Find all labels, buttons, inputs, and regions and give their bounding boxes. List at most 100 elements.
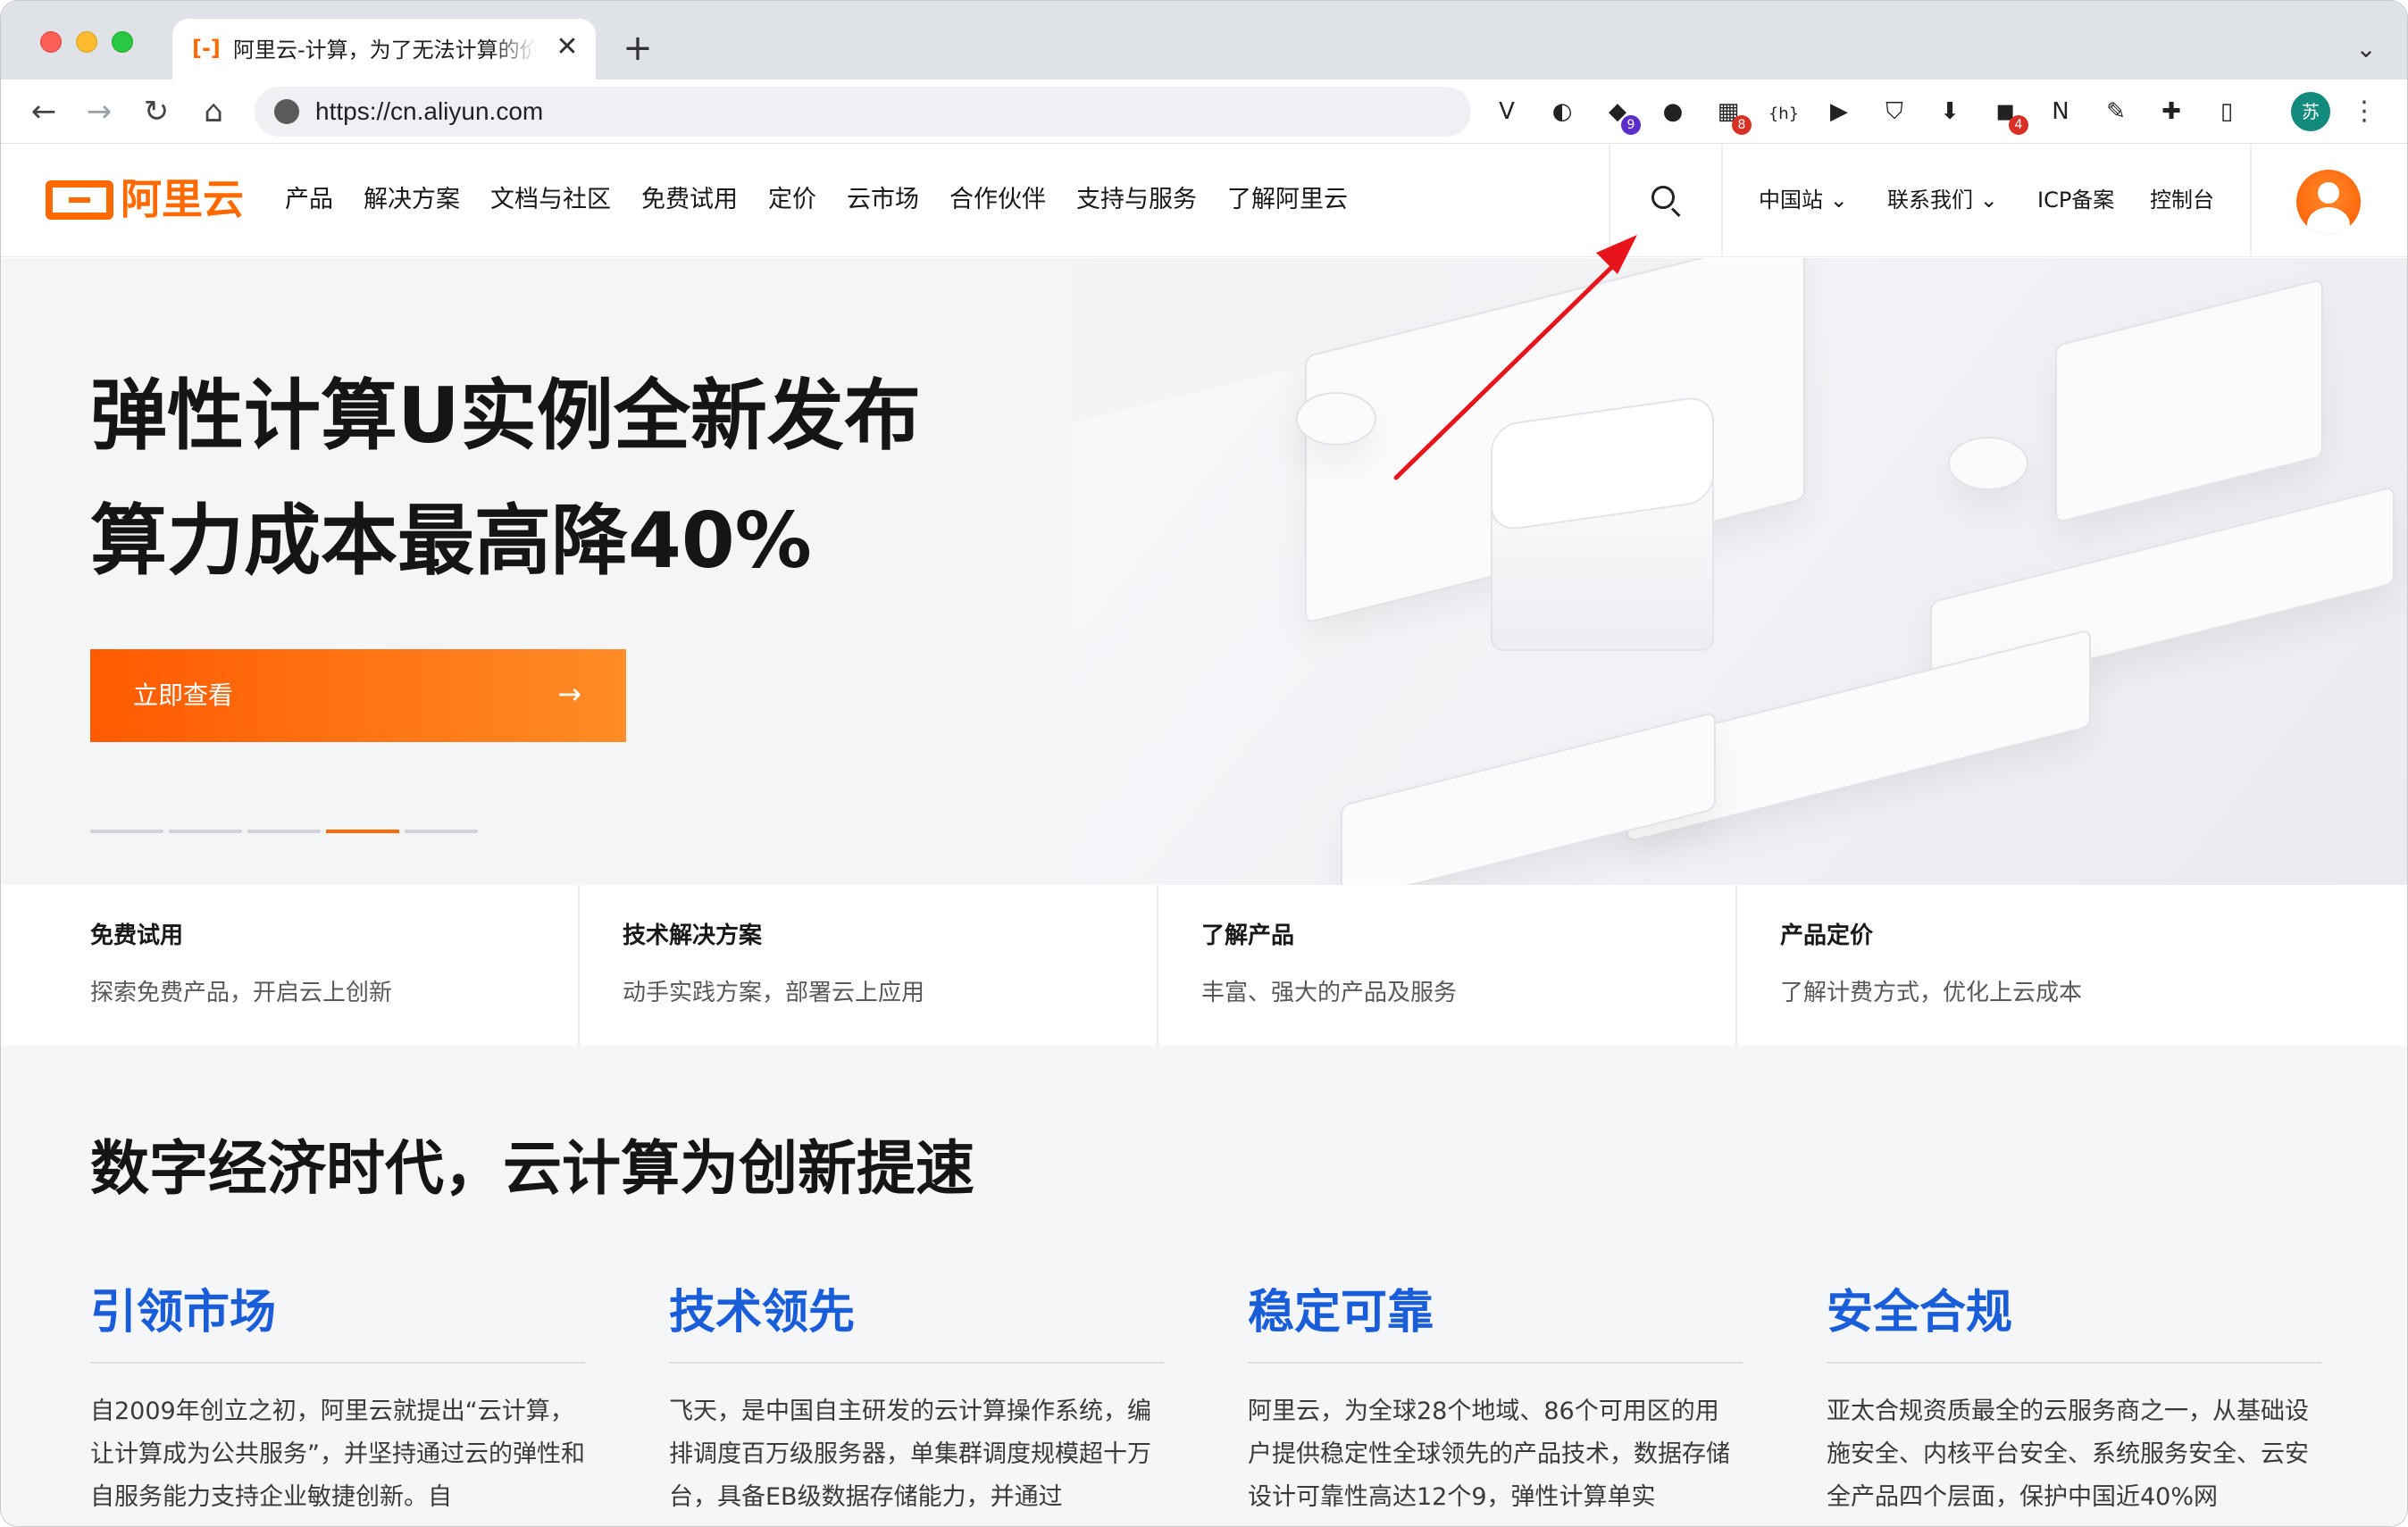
carousel-dot[interactable] xyxy=(326,830,399,833)
address-bar[interactable]: https://cn.aliyun.com xyxy=(255,87,1471,137)
back-button[interactable]: ← xyxy=(24,92,63,131)
pillar-divider xyxy=(669,1362,1164,1364)
firefox-icon-glyph: ● xyxy=(1662,98,1684,125)
vimium-icon[interactable]: V xyxy=(1491,96,1523,128)
card-desc: 动手实践方案，部署云上应用 xyxy=(623,980,925,1006)
play-icon[interactable]: ▶ xyxy=(1823,96,1855,128)
nav-item-support[interactable]: 支持与服务 xyxy=(1076,180,1197,220)
note-extension-icon[interactable]: ✎ xyxy=(2100,96,2132,128)
pillar-text: 阿里云，为全球28个地域、86个可用区的用户提供稳定性全球领先的产品技术，数据存… xyxy=(1248,1398,1730,1511)
play-icon-glyph: ▶ xyxy=(1830,98,1848,125)
hero-cta-label: 立即查看 xyxy=(133,680,234,710)
extension-badge: 4 xyxy=(2009,115,2028,135)
pillar-title: 技术领先 xyxy=(669,1286,856,1339)
site-info-icon[interactable] xyxy=(274,99,299,124)
card-solutions[interactable]: 技术解决方案 动手实践方案，部署云上应用 xyxy=(580,885,1158,1046)
vimium-icon-glyph: V xyxy=(1499,98,1515,125)
pillar-divider xyxy=(90,1362,585,1364)
pillar-market: 引领市场 自2009年创立之初，阿里云就提出“云计算，让计算成为公共服务”，并坚… xyxy=(90,1283,585,1519)
sidepanel-icon-glyph: ▯ xyxy=(2220,98,2234,125)
hero-cta-button[interactable]: 立即查看 → xyxy=(90,649,626,742)
maximize-window-button[interactable] xyxy=(112,31,133,53)
browser-toolbar: ← → ↻ ⌂ https://cn.aliyun.com V ◐ ◆ 9 ● ▦ 8 {h}… xyxy=(1,79,2407,144)
nav-item-marketplace[interactable]: 云市场 xyxy=(847,180,919,220)
grid-extension-icon[interactable]: ▦ 8 xyxy=(1712,96,1752,135)
user-avatar[interactable] xyxy=(2296,170,2361,234)
nav-item-about[interactable]: 了解阿里云 xyxy=(1227,180,1348,220)
pillar-divider xyxy=(1248,1362,1743,1364)
hero-title-line2: 算力成本最高降40% xyxy=(90,496,812,586)
nav-item-docs-community[interactable]: 文档与社区 xyxy=(490,180,611,220)
console-link[interactable]: 控制台 xyxy=(2150,180,2214,220)
contact-us-menu[interactable]: 联系我们 ⌄ xyxy=(1887,180,1998,220)
section-title: 数字经济时代，云计算为创新提速 xyxy=(90,1134,974,1203)
browser-menu-icon[interactable]: ⋮ xyxy=(2348,92,2380,131)
card-title: 技术解决方案 xyxy=(623,922,763,949)
url-text[interactable]: https://cn.aliyun.com xyxy=(315,97,543,126)
carousel-dot[interactable] xyxy=(405,830,478,833)
main-nav: 产品 解决方案 文档与社区 免费试用 定价 云市场 合作伙伴 支持与服务 了解阿… xyxy=(285,180,1348,220)
home-button[interactable]: ⌂ xyxy=(194,92,233,131)
password-icon[interactable]: ◐ xyxy=(1546,96,1578,128)
carousel-dot[interactable] xyxy=(247,830,321,833)
pillar-reliability: 稳定可靠 阿里云，为全球28个地域、86个可用区的用户提供稳定性全球领先的产品技… xyxy=(1248,1283,1743,1519)
forward-button[interactable]: → xyxy=(79,92,119,131)
region-label: 中国站 xyxy=(1759,188,1823,213)
region-selector[interactable]: 中国站 ⌄ xyxy=(1759,180,1848,220)
chevron-down-icon: ⌄ xyxy=(1829,188,1848,213)
tab-search-chevron-icon[interactable]: ⌄ xyxy=(2348,31,2384,67)
nav-item-products[interactable]: 产品 xyxy=(285,180,333,220)
new-tab-button[interactable]: + xyxy=(617,28,658,69)
puzzle-icon[interactable]: ✚ xyxy=(2155,96,2187,128)
firefox-icon[interactable]: ● xyxy=(1657,96,1689,128)
icp-link[interactable]: ICP备案 xyxy=(2037,180,2114,220)
card-pricing[interactable]: 产品定价 了解计费方式，优化上云成本 xyxy=(1737,885,2407,1046)
hero-banner: 弹性计算U实例全新发布 算力成本最高降40% 立即查看 → xyxy=(1,258,2407,885)
shield-extension-icon[interactable]: ⛉ xyxy=(1878,96,1911,128)
shield-extension-icon-glyph: ⛉ xyxy=(1885,98,1903,125)
pillar-divider xyxy=(1827,1362,2321,1364)
nav-item-partners[interactable]: 合作伙伴 xyxy=(949,180,1046,220)
card-desc: 探索免费产品，开启云上创新 xyxy=(90,980,393,1006)
pillar-title: 稳定可靠 xyxy=(1248,1286,1434,1339)
carousel-dot[interactable] xyxy=(169,830,242,833)
card-title: 了解产品 xyxy=(1201,922,1295,949)
nav-item-solutions[interactable]: 解决方案 xyxy=(364,180,460,220)
close-window-button[interactable] xyxy=(40,31,62,53)
aliyun-logo-mark-icon xyxy=(46,180,113,220)
hashtag-extension-icon-glyph: {h} xyxy=(1768,104,1800,123)
reload-button[interactable]: ↻ xyxy=(137,92,176,131)
pillar-title: 引领市场 xyxy=(90,1286,277,1339)
hero-illustration-cylinder xyxy=(1948,437,2028,490)
card-free-trial[interactable]: 免费试用 探索免费产品，开启云上创新 xyxy=(1,885,580,1046)
notion-icon[interactable]: N xyxy=(2044,96,2077,128)
tab-title: 阿里云-计算，为了无法计算的价值 xyxy=(233,38,537,63)
download-extension-icon-glyph: ⬇ xyxy=(1940,98,1960,125)
quick-entry-cards: 免费试用 探索免费产品，开启云上创新 技术解决方案 动手实践方案，部署云上应用 … xyxy=(1,885,2407,1046)
search-icon[interactable] xyxy=(1648,182,1684,218)
sidepanel-icon[interactable]: ▯ xyxy=(2211,96,2243,128)
hero-illustration-cylinder xyxy=(1296,392,1376,446)
nav-item-free-trial[interactable]: 免费试用 xyxy=(641,180,738,220)
graduation-icon[interactable]: ◆ 9 xyxy=(1601,96,1641,135)
tab-active[interactable]: [-] 阿里云-计算，为了无法计算的价值 ✕ xyxy=(172,19,596,79)
nav-item-pricing[interactable]: 定价 xyxy=(768,180,816,220)
minimize-window-button[interactable] xyxy=(76,31,97,53)
notion-icon-glyph: N xyxy=(2052,98,2069,125)
hashtag-extension-icon[interactable]: {h} xyxy=(1768,96,1800,128)
mask-extension-icon[interactable]: ◼ 4 xyxy=(1989,96,2028,135)
pillar-text: 亚太合规资质最全的云服务商之一，从基础设施安全、内核平台安全、系统服务安全、云安… xyxy=(1827,1398,2309,1511)
logo-text: 阿里云 xyxy=(121,175,244,223)
header-divider xyxy=(1721,145,1723,257)
carousel-indicators xyxy=(90,830,478,833)
card-products[interactable]: 了解产品 丰富、强大的产品及服务 xyxy=(1158,885,1737,1046)
pillar-text: 飞天，是中国自主研发的云计算操作系统，编排调度百万级服务器，单集群调度规模超十万… xyxy=(669,1398,1151,1511)
tab-close-icon[interactable]: ✕ xyxy=(551,31,583,63)
carousel-dot[interactable] xyxy=(90,830,163,833)
profile-avatar[interactable]: 苏 xyxy=(2291,92,2330,131)
tab-strip: [-] 阿里云-计算，为了无法计算的价值 ✕ + ⌄ xyxy=(1,1,2407,79)
pillar-security: 安全合规 亚太合规资质最全的云服务商之一，从基础设施安全、内核平台安全、系统服务… xyxy=(1827,1283,2321,1519)
download-extension-icon[interactable]: ⬇ xyxy=(1934,96,1966,128)
site-header: 阿里云 产品 解决方案 文档与社区 免费试用 定价 云市场 合作伙伴 支持与服务… xyxy=(1,145,2407,257)
extension-badge: 9 xyxy=(1621,115,1641,135)
